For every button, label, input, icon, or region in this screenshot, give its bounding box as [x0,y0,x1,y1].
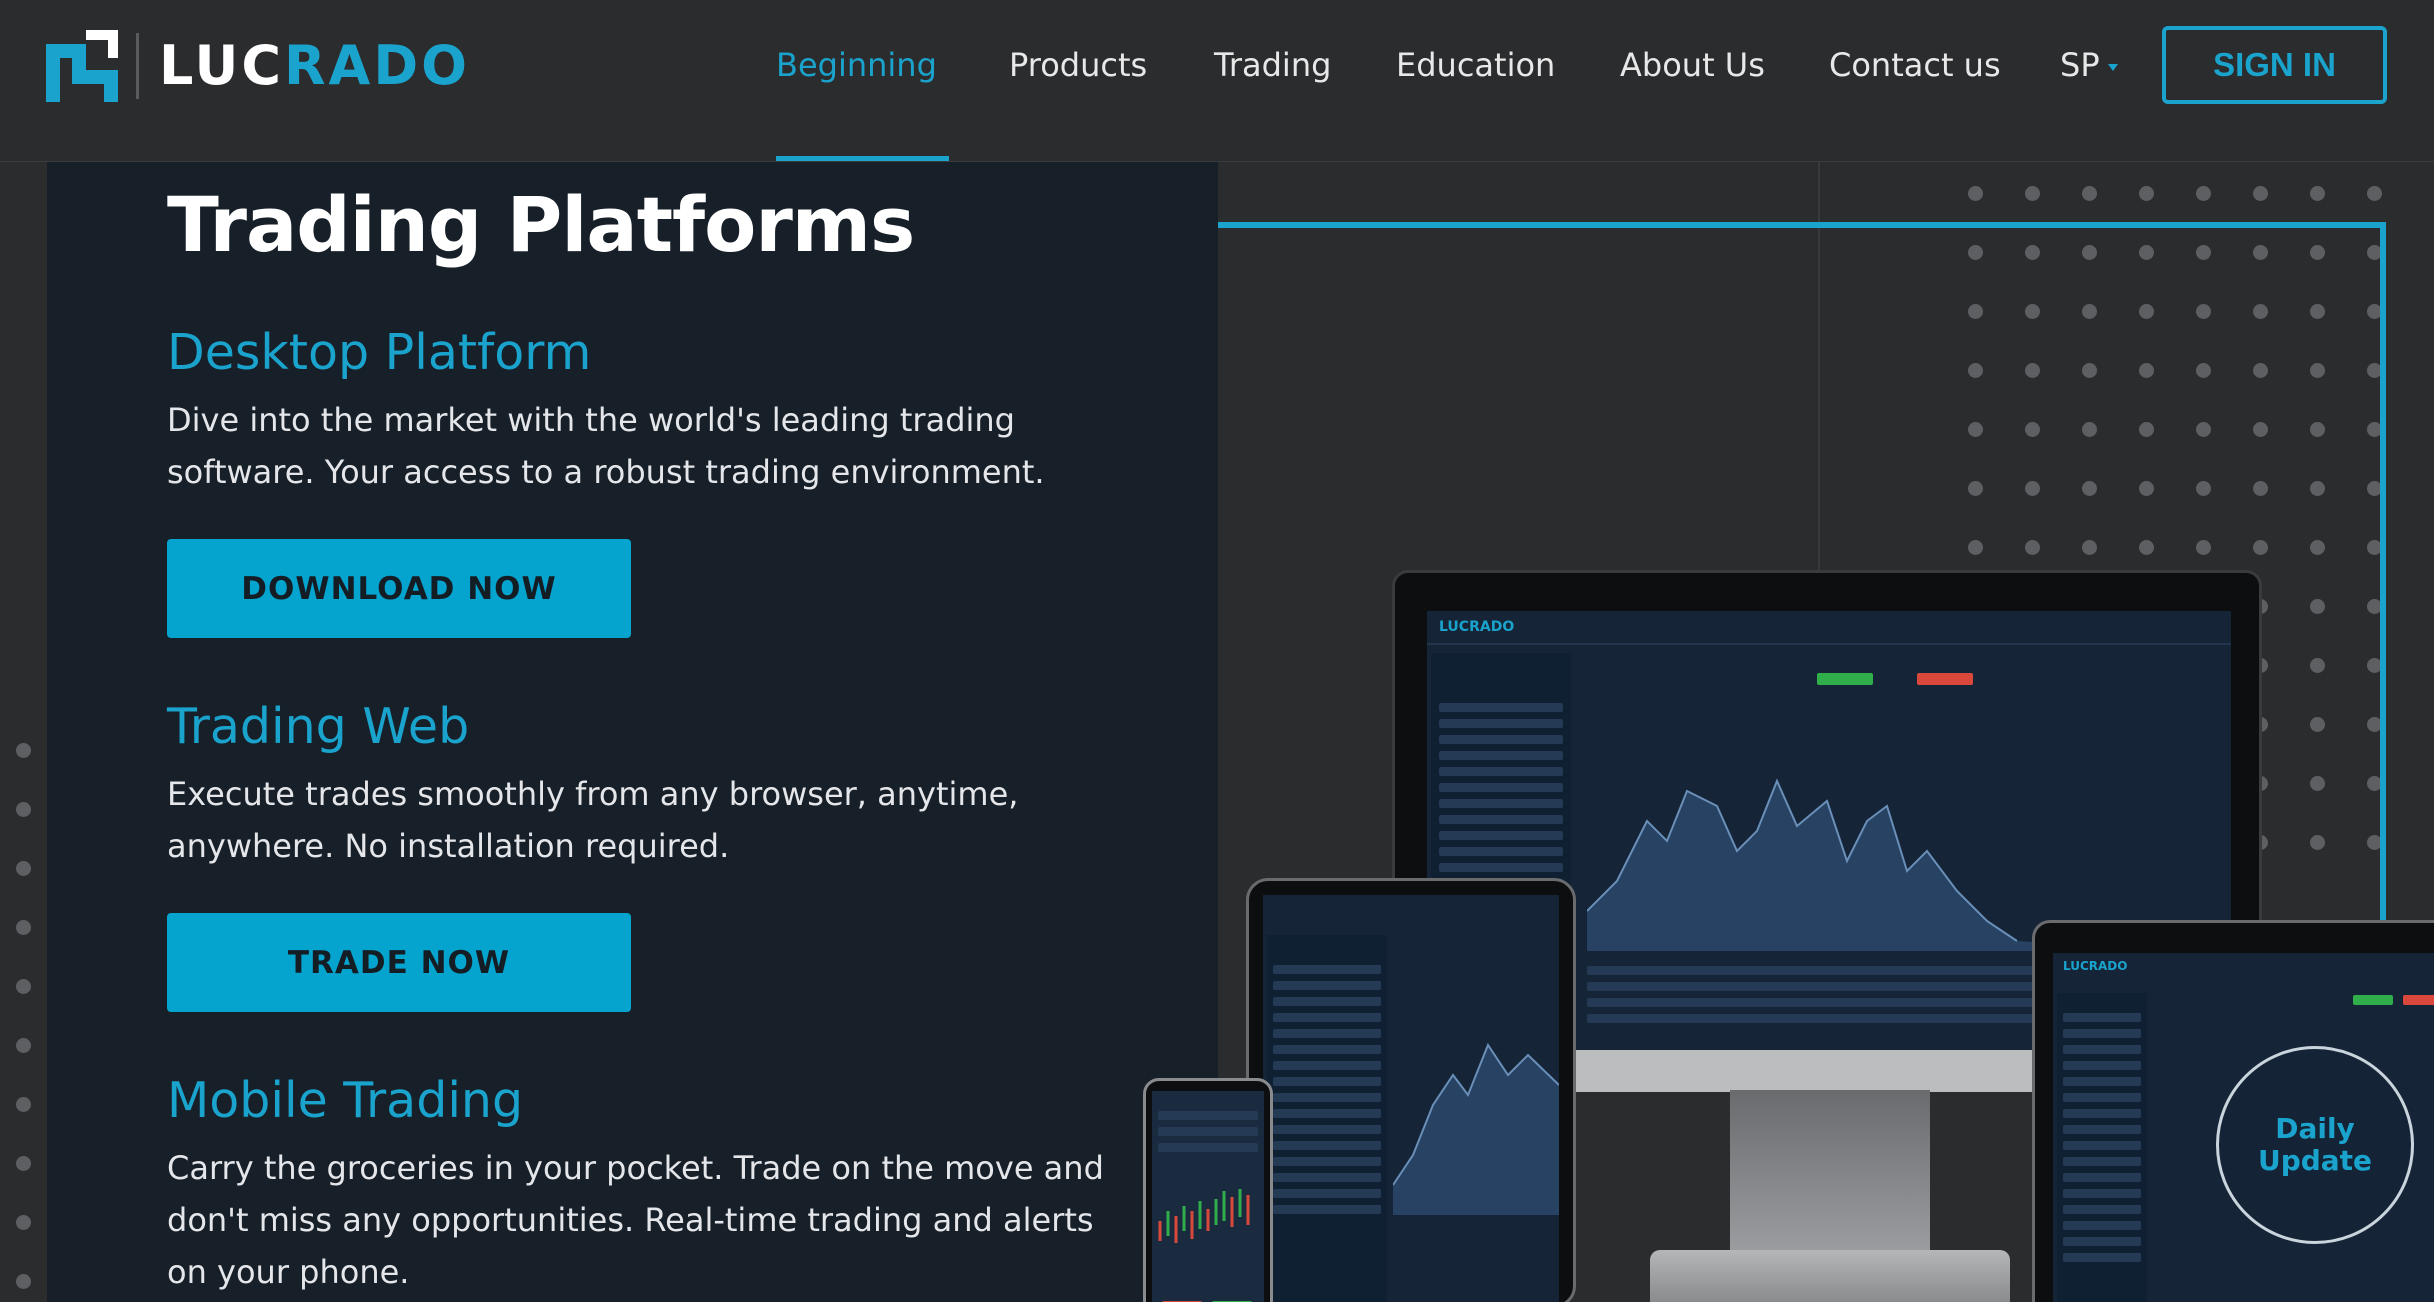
decorative-dot [2025,540,2040,555]
decorative-dot [2196,186,2211,201]
decorative-dot [1968,481,1983,496]
download-now-button[interactable]: DOWNLOAD NOW [167,539,631,638]
decorative-dot [2196,245,2211,260]
decorative-dot [2196,304,2211,319]
logo-mark-icon [46,30,118,102]
decorative-dot [2310,835,2325,850]
decorative-dot [2310,363,2325,378]
nav-products[interactable]: Products [1009,42,1147,88]
language-label: SP [2060,46,2100,84]
decorative-dot [2139,304,2154,319]
active-nav-indicator [776,156,949,161]
decorative-dot [1968,540,1983,555]
decorative-dot [2025,481,2040,496]
screen-logo: LUCRADO [1439,619,1515,635]
language-selector[interactable]: SP [2060,42,2118,88]
decorative-dot [2253,422,2268,437]
decorative-dot [1968,363,1983,378]
logo-separator [136,33,139,99]
trading-web-title: Trading Web [167,698,470,755]
decorative-dot [2082,245,2097,260]
mobile-trading-title: Mobile Trading [167,1072,524,1129]
decorative-dot [2139,540,2154,555]
trading-web-desc: Execute trades smoothly from any browser… [167,775,1019,865]
page-title: Trading Platforms [167,180,915,269]
decorative-dot [2310,481,2325,496]
decorative-dot [2253,481,2268,496]
nav-about-us[interactable]: About Us [1620,42,1765,88]
desktop-platform-title: Desktop Platform [167,324,592,381]
decorative-dot [2253,245,2268,260]
decorative-dot [2196,422,2211,437]
decorative-dot [2196,363,2211,378]
decorative-dot [2139,363,2154,378]
decorative-dot [2196,540,2211,555]
decorative-dot [1968,245,1983,260]
decorative-dot [2082,304,2097,319]
logo-text-part2: RADO [283,34,471,97]
trade-now-button[interactable]: TRADE NOW [167,913,631,1012]
monitor-stand [1730,1090,1930,1250]
decorative-dot [2082,422,2097,437]
logo-text-part1: LUC [159,34,284,97]
decorative-dot [2310,245,2325,260]
laptop-screen-logo: LUCRADO [2063,959,2128,973]
decorative-dot [2310,186,2325,201]
decorative-dot [2025,304,2040,319]
nav-beginning[interactable]: Beginning [776,42,937,88]
accent-frame-right [2380,222,2386,922]
decorative-dot [2367,186,2382,201]
nav-trading[interactable]: Trading [1214,42,1331,88]
decorative-dot [2025,186,2040,201]
nav-education[interactable]: Education [1396,42,1555,88]
decorative-dot [2025,422,2040,437]
monitor-base [1650,1250,2010,1302]
caret-down-icon [2107,63,2118,71]
decorative-dot [2310,304,2325,319]
decorative-dot [2082,363,2097,378]
decorative-dot [2310,776,2325,791]
decorative-dot [2139,186,2154,201]
tablet-image [1246,878,1576,1302]
decorative-dot [2310,540,2325,555]
decorative-dot [2139,245,2154,260]
decorative-dot [2253,304,2268,319]
accent-frame-top [1218,222,2386,228]
decorative-dot [1968,186,1983,201]
tablet-screen [1263,895,1559,1302]
decorative-dot [2310,599,2325,614]
decorative-dot [2196,481,2211,496]
decorative-dot [2310,658,2325,673]
daily-update-badge[interactable]: Daily Update [2216,1046,2414,1244]
phone-screen [1152,1091,1264,1302]
decorative-dot [2139,422,2154,437]
decorative-dot [2310,422,2325,437]
site-header: LUCRADO Beginning Products Trading Educa… [0,0,2434,162]
decorative-dot [2253,363,2268,378]
decorative-dot [2082,540,2097,555]
desktop-platform-desc: Dive into the market with the world's le… [167,401,1045,491]
decorative-dot [1968,422,1983,437]
decorative-dot [1968,304,1983,319]
decorative-dot [2310,717,2325,732]
decorative-dot [2139,481,2154,496]
logo-wordmark: LUCRADO [159,39,470,93]
decorative-dot [2082,481,2097,496]
brand-logo[interactable]: LUCRADO [46,30,470,102]
decorative-dot [2082,186,2097,201]
decorative-dot [2253,186,2268,201]
phone-image [1143,1078,1273,1302]
nav-contact-us[interactable]: Contact us [1829,42,2001,88]
decorative-dot [2025,363,2040,378]
decorative-dot [2025,245,2040,260]
sign-in-button[interactable]: SIGN IN [2162,26,2387,104]
mobile-trading-desc: Carry the groceries in your pocket. Trad… [167,1149,1104,1291]
decorative-dot [2253,540,2268,555]
